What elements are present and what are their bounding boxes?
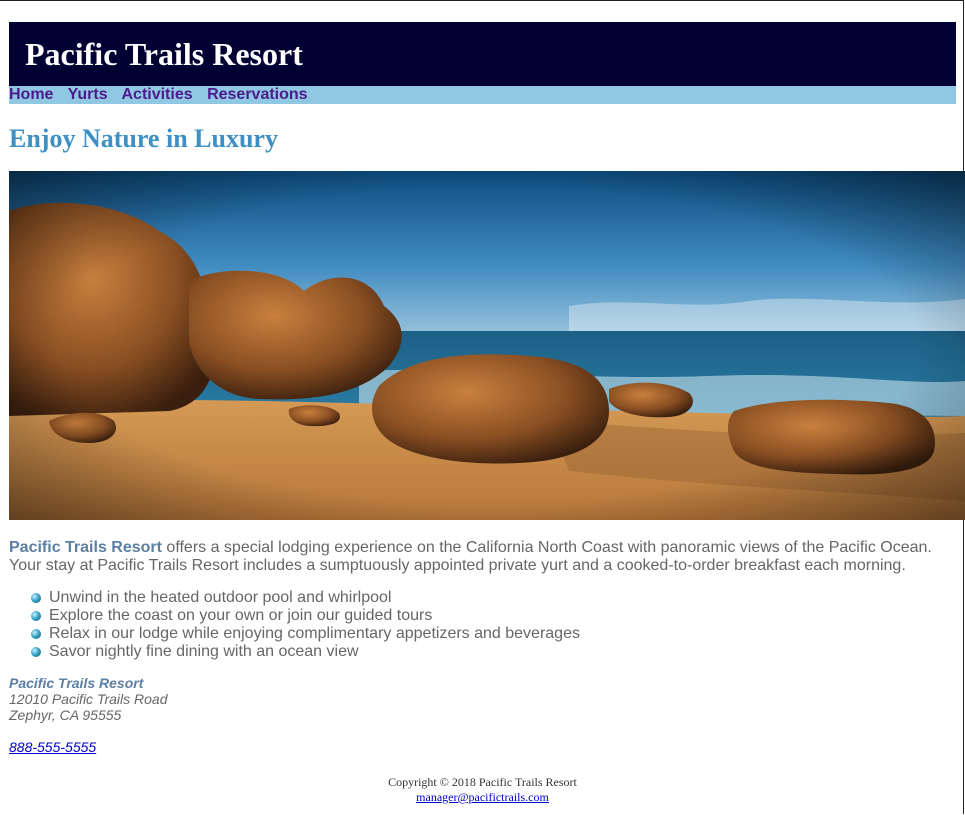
list-item: Relax in our lodge while enjoying compli…	[31, 625, 949, 643]
address-street: 12010 Pacific Trails Road	[9, 691, 168, 707]
list-item-text: Relax in our lodge while enjoying compli…	[49, 625, 580, 642]
list-item: Explore the coast on your own or join ou…	[31, 607, 949, 625]
contact-address: Pacific Trails Resort 12010 Pacific Trai…	[9, 675, 949, 755]
bullet-icon	[31, 629, 41, 639]
bullet-icon	[31, 611, 41, 621]
page-heading: Enjoy Nature in Luxury	[9, 124, 278, 153]
hero-image	[9, 171, 965, 520]
email-link[interactable]: manager@pacifictrails.com	[416, 790, 549, 804]
list-item-text: Explore the coast on your own or join ou…	[49, 607, 433, 624]
intro-paragraph: Pacific Trails Resort offers a special l…	[9, 539, 949, 575]
main-nav: Home Yurts Activities Reservations	[9, 86, 956, 104]
list-item: Savor nightly fine dining with an ocean …	[31, 643, 949, 661]
site-footer: Copyright © 2018 Pacific Trails Resort m…	[0, 775, 965, 805]
bullet-icon	[31, 647, 41, 657]
phone-link[interactable]: 888-555-5555	[9, 739, 96, 755]
copyright-text: Copyright © 2018 Pacific Trails Resort	[388, 775, 577, 789]
feature-list: Unwind in the heated outdoor pool and wh…	[9, 589, 949, 661]
main-content: Pacific Trails Resort offers a special l…	[9, 539, 949, 755]
intro-brand: Pacific Trails Resort	[9, 539, 162, 556]
nav-link-yurts[interactable]: Yurts	[68, 86, 108, 103]
list-item-text: Savor nightly fine dining with an ocean …	[49, 643, 359, 660]
nav-link-home[interactable]: Home	[9, 86, 53, 103]
address-name: Pacific Trails Resort	[9, 675, 144, 691]
page-wrapper: Pacific Trails Resort Home Yurts Activit…	[9, 22, 956, 154]
nav-link-reservations[interactable]: Reservations	[207, 86, 308, 103]
site-title: Pacific Trails Resort	[25, 35, 303, 72]
address-city: Zephyr, CA 95555	[9, 707, 122, 723]
list-item: Unwind in the heated outdoor pool and wh…	[31, 589, 949, 607]
nav-link-activities[interactable]: Activities	[121, 86, 192, 103]
list-item-text: Unwind in the heated outdoor pool and wh…	[49, 589, 392, 606]
site-header: Pacific Trails Resort	[9, 22, 956, 86]
bullet-icon	[31, 593, 41, 603]
